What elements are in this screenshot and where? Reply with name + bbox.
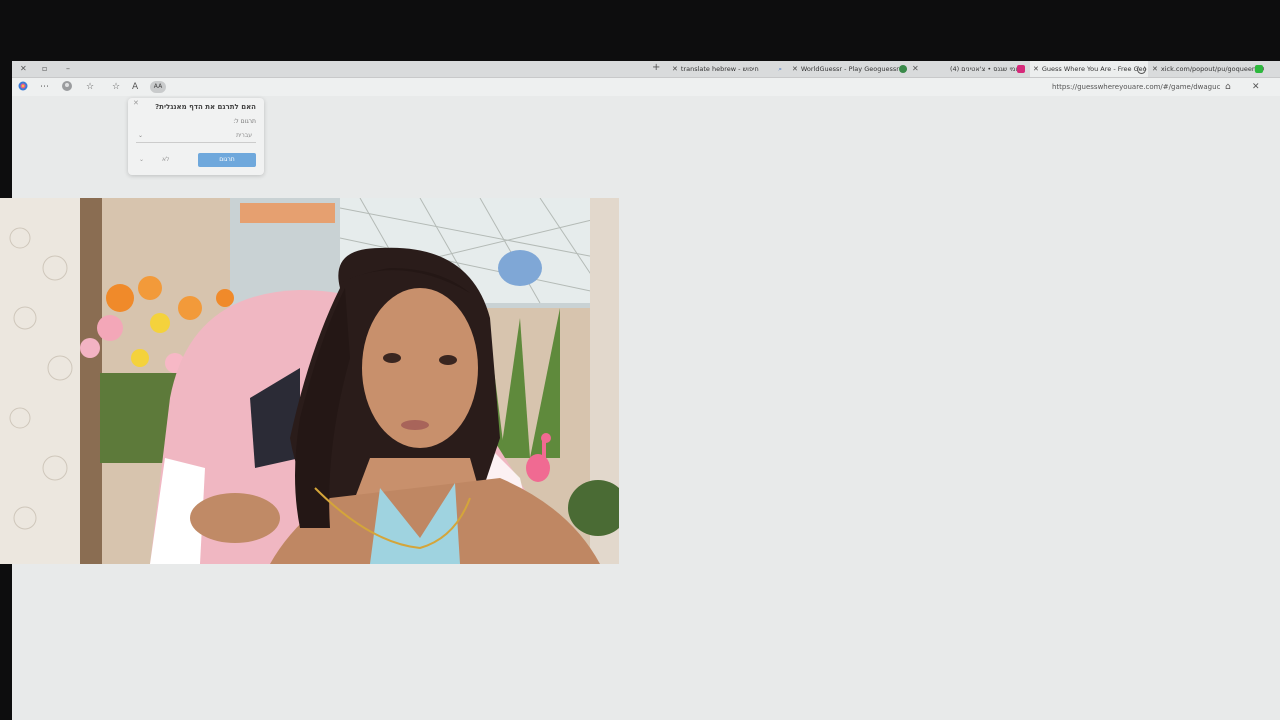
- screen-top-border: [0, 0, 1280, 61]
- instagram-icon: [1017, 65, 1025, 73]
- add-favorite-icon[interactable]: ☆: [112, 81, 120, 93]
- chevron-down-icon: ⌄: [139, 156, 145, 163]
- close-tab-icon[interactable]: ✕: [672, 65, 678, 73]
- profile-avatar-icon[interactable]: [62, 81, 72, 95]
- translate-button[interactable]: AA: [150, 81, 166, 93]
- blue-object: [498, 250, 542, 286]
- copilot-icon[interactable]: [18, 81, 28, 95]
- hand: [190, 493, 280, 543]
- minimize-window-icon[interactable]: –: [66, 63, 70, 75]
- tab-popout[interactable]: ✕ xick.com/popout/pu/goqueen20: [1150, 61, 1268, 77]
- new-tab-icon[interactable]: +: [652, 62, 660, 74]
- green-square-icon: [1255, 65, 1263, 73]
- restore-window-icon[interactable]: ▫: [42, 63, 47, 75]
- close-icon[interactable]: ✕: [1252, 81, 1260, 93]
- close-tab-icon[interactable]: ✕: [1152, 65, 1158, 73]
- tab-translate-hebrew[interactable]: ✕ translate hebrew - חיפוש ⌕: [672, 61, 784, 77]
- globe-icon: [899, 65, 907, 73]
- lock-icon[interactable]: ⌂: [1225, 81, 1231, 93]
- tab-instagram[interactable]: (4) יומי שגנס • צ'אטינים: [950, 61, 1028, 77]
- search-icon: ⌕: [778, 65, 782, 73]
- webcam-image: [0, 198, 619, 564]
- tab-worldguessr[interactable]: ✕ WorldGuessr - Play Geoguessr fo: [792, 61, 914, 77]
- favorites-icon[interactable]: ☆: [86, 81, 94, 93]
- webcam-overlay: [0, 198, 619, 564]
- chevron-down-icon: ⌄: [138, 132, 144, 139]
- tab-strip: ✕ ▫ – + ✕ translate hebrew - חיפוש ⌕ ✕ Worl…: [12, 61, 1280, 78]
- address-bar: ⋯ ☆ ☆ A AA https://guesswhereyouare.com/…: [12, 78, 1280, 96]
- translate-popup: ✕ האם לתרגם את הדף מאנגלית? תרגום ל: עבר…: [128, 98, 264, 175]
- translate-to-label: תרגום ל:: [233, 118, 256, 125]
- translate-confirm-button[interactable]: תרגום: [198, 153, 256, 167]
- url-field[interactable]: https://guesswhereyouare.com/#/game/dwag…: [1052, 81, 1220, 93]
- read-aloud-icon[interactable]: A: [132, 81, 138, 93]
- close-tab-icon[interactable]: ✕: [912, 63, 919, 75]
- not-now-button[interactable]: לא ⌄: [136, 153, 192, 167]
- loading-spinner: [1137, 65, 1146, 74]
- more-options-icon[interactable]: ⋯: [40, 81, 49, 93]
- close-tab-icon[interactable]: ✕: [792, 65, 798, 73]
- language-select[interactable]: עברית ⌄: [136, 130, 256, 143]
- close-tab-icon[interactable]: ✕: [1033, 65, 1039, 73]
- close-popup-icon[interactable]: ✕: [133, 99, 139, 107]
- close-window-icon[interactable]: ✕: [20, 63, 27, 75]
- tab-guess-where-you-are[interactable]: ✕ Guess Where You Are - Free Geo: [1030, 61, 1148, 77]
- popup-title: האם לתרגם את הדף מאנגלית?: [155, 103, 256, 111]
